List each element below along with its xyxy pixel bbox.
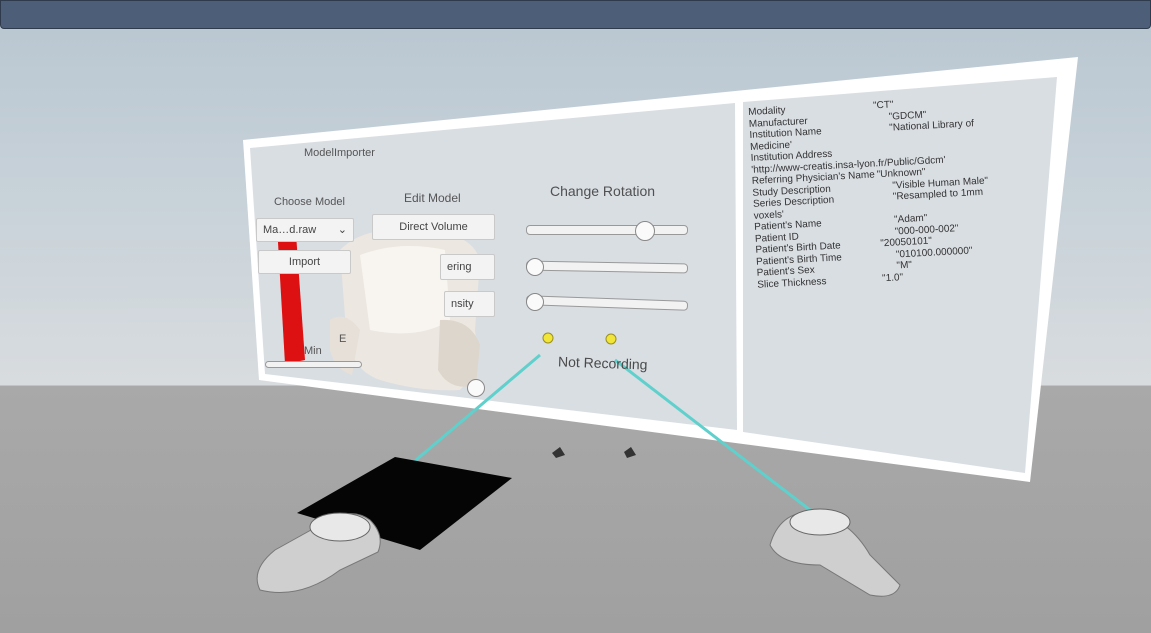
dicom-info-panel: Modality "CT" Manufacturer "GDCM" Institutio… bbox=[748, 91, 1058, 306]
rotation-slider-3-knob[interactable] bbox=[526, 293, 544, 311]
min-slider-knob[interactable] bbox=[467, 379, 485, 397]
change-rotation-label: Change Rotation bbox=[550, 183, 656, 199]
import-button-label: Import bbox=[288, 256, 321, 268]
min-label: Min bbox=[304, 345, 322, 357]
rendering-button[interactable]: ering bbox=[440, 254, 495, 280]
e-label: E bbox=[339, 333, 347, 345]
direct-volume-button-label: Direct Volume bbox=[399, 221, 468, 233]
model-select-dropdown[interactable]: Ma…d.raw ⌄ bbox=[256, 218, 354, 242]
density-button-label: nsity bbox=[451, 298, 474, 310]
import-button[interactable]: Import bbox=[258, 250, 351, 274]
floor-marker-1 bbox=[552, 447, 565, 458]
floor-marker-2 bbox=[624, 447, 636, 458]
model-select-value: Ma…d.raw bbox=[263, 224, 317, 236]
dicom-key: Slice Thickness bbox=[757, 275, 827, 291]
chevron-down-icon: ⌄ bbox=[337, 224, 347, 236]
min-slider[interactable] bbox=[265, 361, 362, 368]
rotation-slider-1[interactable] bbox=[526, 225, 688, 235]
recording-indicator-right bbox=[605, 333, 617, 345]
importer-title: ModelImporter bbox=[304, 147, 375, 159]
dicom-value: "M" bbox=[896, 259, 913, 272]
recording-status: Not Recording bbox=[557, 353, 648, 373]
direct-volume-button[interactable]: Direct Volume bbox=[372, 214, 495, 240]
left-vr-controller bbox=[256, 512, 381, 593]
recording-indicator-left bbox=[542, 332, 554, 344]
choose-model-label: Choose Model bbox=[274, 196, 345, 208]
density-button[interactable]: nsity bbox=[444, 291, 495, 317]
dicom-value: "CT" bbox=[872, 99, 894, 112]
rotation-slider-2-knob[interactable] bbox=[526, 258, 544, 276]
rotation-slider-1-knob[interactable] bbox=[635, 221, 655, 241]
right-vr-controller bbox=[769, 508, 901, 597]
edit-model-label: Edit Model bbox=[404, 191, 461, 205]
dicom-value: "1.0" bbox=[881, 271, 904, 284]
rendering-button-label: ering bbox=[447, 261, 472, 273]
dicom-row: Slice Thickness "1.0" bbox=[757, 272, 903, 291]
